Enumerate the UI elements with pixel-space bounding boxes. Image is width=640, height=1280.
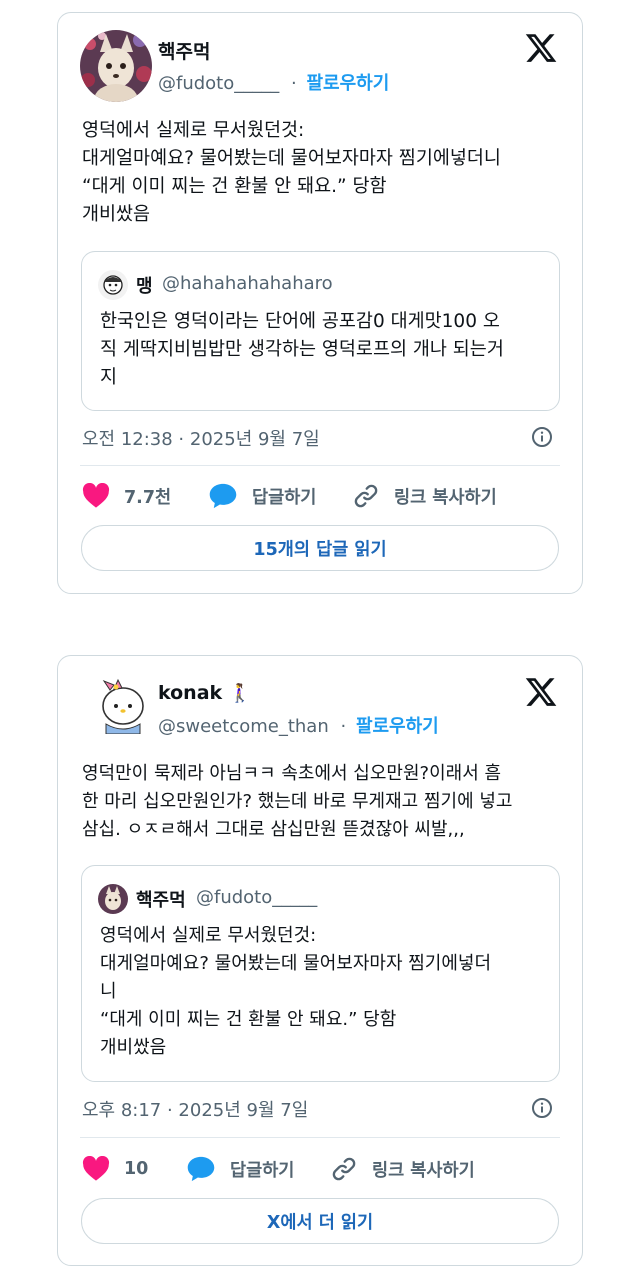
read-replies-button[interactable]: 15개의 답글 읽기 [81, 525, 559, 571]
quoted-tweet[interactable]: 핵주먹 @fudoto_____ 영덕에서 실제로 무서웠던것: 대게얼마예요?… [81, 865, 560, 1082]
timestamp[interactable]: 오후 8:17 · 2025년 9월 7일 [82, 1096, 308, 1122]
tweet-card: konak 🚶‍♀️ @sweetcome_than · 팔로우하기 영덕만이 … [57, 655, 583, 1266]
timestamp[interactable]: 오전 12:38 · 2025년 9월 7일 [82, 425, 320, 451]
follow-button[interactable]: 팔로우하기 [356, 716, 439, 737]
reply-button[interactable]: 답글하기 [208, 479, 316, 513]
reply-label: 답글하기 [230, 1160, 295, 1181]
quote-author-handle: @fudoto_____ [196, 887, 318, 908]
author-name[interactable]: konak [158, 682, 222, 704]
tweet-text: 영덕에서 실제로 무서웠던것: 대게얼마예요? 물어봤는데 물어보자마자 찜기에… [82, 120, 501, 225]
tweet-card: 핵주먹 @fudoto_____ · 팔로우하기 영덕에서 실제로 무서웠던것:… [57, 12, 583, 594]
handle-line: @sweetcome_than · 팔로우하기 [158, 712, 439, 738]
follow-button[interactable]: 팔로우하기 [306, 73, 389, 94]
divider [80, 465, 560, 466]
quote-text: 영덕에서 실제로 무서웠던것: 대게얼마예요? 물어봤는데 물어보자마자 찜기에… [100, 925, 492, 1058]
reply-bubble-icon [209, 483, 237, 509]
author-name-line: konak 🚶‍♀️ [158, 682, 251, 704]
avatar[interactable] [80, 30, 152, 102]
copy-link-label: 링크 복사하기 [372, 1160, 475, 1181]
like-button[interactable]: 7.7천 [82, 479, 171, 513]
avatar[interactable] [94, 672, 152, 734]
heart-icon [82, 1156, 110, 1181]
reply-button[interactable]: 답글하기 [186, 1152, 294, 1186]
copy-link-button[interactable]: 링크 복사하기 [330, 1152, 475, 1186]
divider [80, 1137, 560, 1138]
action-bar: 7.7천 답글하기 링크 복사하기 [82, 479, 558, 513]
reply-label: 답글하기 [252, 487, 317, 508]
action-bar: 10 답글하기 링크 복사하기 [82, 1152, 558, 1186]
quote-author-handle: @hahahahahaharo [162, 273, 333, 294]
quote-author-name: 핵주먹 [136, 890, 186, 911]
separator: · [291, 73, 297, 94]
link-icon [354, 484, 378, 508]
handle-line: @fudoto_____ · 팔로우하기 [158, 69, 389, 95]
heart-icon [82, 483, 110, 508]
tweet-text: 영덕만이 묵제라 아님ㅋㅋ 속초에서 십오만원?이래서 흠 한 마리 십오만원인… [82, 763, 513, 840]
author-handle[interactable]: @fudoto_____ [158, 73, 279, 94]
quote-author-name: 맹 [136, 276, 153, 297]
info-icon[interactable] [530, 425, 554, 449]
read-more-button[interactable]: X에서 더 읽기 [81, 1198, 559, 1244]
like-count: 7.7천 [124, 487, 172, 508]
reply-bubble-icon [187, 1156, 215, 1182]
quote-avatar [98, 884, 128, 914]
like-button[interactable]: 10 [82, 1152, 148, 1186]
copy-link-label: 링크 복사하기 [394, 487, 497, 508]
quoted-tweet[interactable]: 맹 @hahahahahaharo 한국인은 영덕이라는 단어에 공포감0 대게… [81, 251, 560, 411]
quote-avatar [98, 270, 128, 300]
x-logo-icon[interactable] [524, 675, 558, 709]
author-handle[interactable]: @sweetcome_than [158, 716, 329, 737]
link-icon [332, 1157, 356, 1181]
x-logo-icon[interactable] [524, 31, 558, 65]
info-icon[interactable] [530, 1096, 554, 1120]
walking-person-emoji: 🚶‍♀️ [228, 683, 252, 704]
copy-link-button[interactable]: 링크 복사하기 [352, 479, 497, 513]
quote-text: 한국인은 영덕이라는 단어에 공포감0 대게맛100 오 직 게딱지비빔밥만 생… [100, 311, 504, 388]
author-name[interactable]: 핵주먹 [158, 37, 210, 64]
separator: · [340, 716, 347, 737]
like-count: 10 [124, 1159, 149, 1179]
